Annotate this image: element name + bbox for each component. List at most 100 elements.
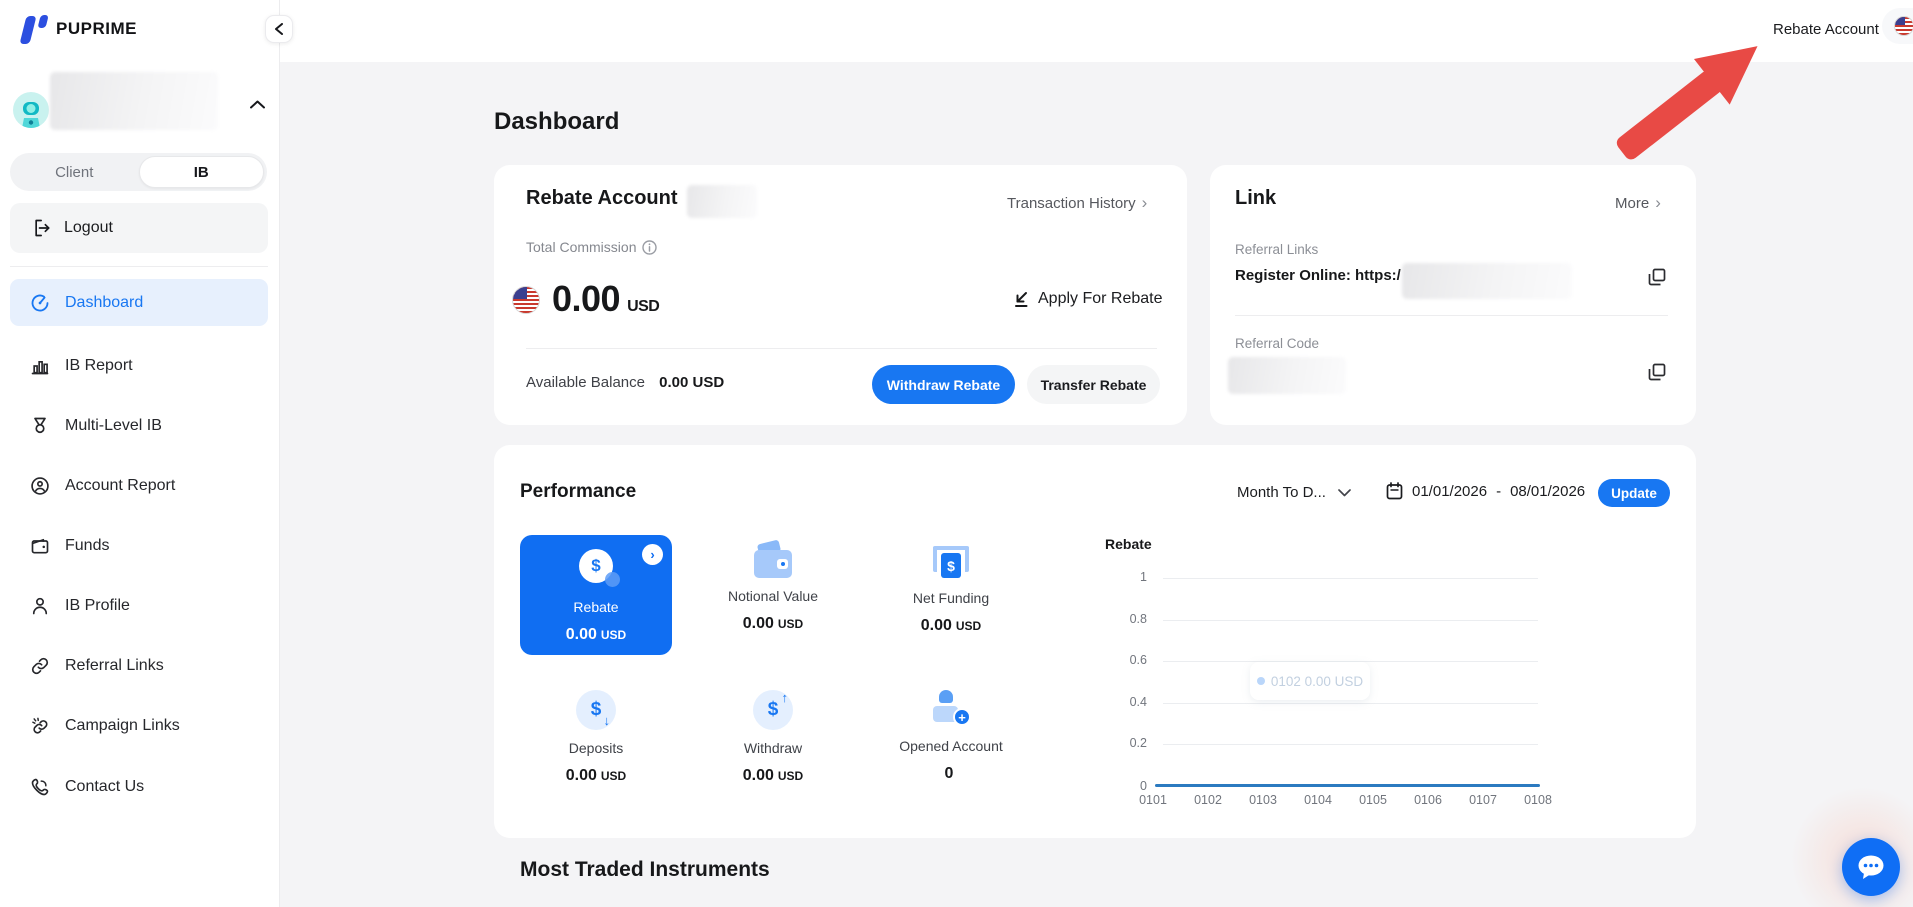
- client-ib-toggle: Client IB: [10, 153, 267, 191]
- rebate-card-title: Rebate Account: [526, 187, 678, 209]
- user-circle-icon: [31, 476, 49, 495]
- chevron-right-icon: ›: [1655, 193, 1661, 212]
- x-axis-tick: 0104: [1304, 793, 1332, 807]
- tile-withdraw[interactable]: $ ↑ Withdraw 0.00 USD: [688, 690, 858, 785]
- tile-opened-account[interactable]: + Opened Account 0: [866, 690, 1036, 783]
- account-balance-dropdown[interactable]: (0 USD): [1882, 8, 1913, 44]
- chevron-right-icon: ›: [1141, 193, 1148, 212]
- wallet-icon: [31, 538, 49, 553]
- tile-label: Rebate: [573, 599, 619, 615]
- brand-logo: PUPRIME: [14, 10, 137, 48]
- referral-code-label: Referral Code: [1235, 336, 1320, 351]
- tile-notional-value[interactable]: Notional Value 0.00 USD: [688, 539, 858, 633]
- tile-net-funding[interactable]: $ Net Funding 0.00 USD: [866, 546, 1036, 635]
- chevron-up-icon[interactable]: [250, 100, 265, 109]
- period-dropdown[interactable]: Month To D...: [1237, 484, 1351, 501]
- most-traded-title: Most Traded Instruments: [520, 858, 770, 881]
- phone-icon: [31, 778, 49, 795]
- avatar[interactable]: [13, 92, 49, 128]
- total-commission-row: Total Commission: [526, 239, 658, 255]
- date-separator: -: [1496, 482, 1502, 500]
- more-label: More: [1615, 194, 1650, 212]
- chat-button[interactable]: [1842, 838, 1900, 896]
- sidebar-item-ib-report[interactable]: IB Report: [10, 342, 268, 389]
- transaction-history-label: Transaction History: [1007, 194, 1136, 212]
- tooltip-series-dot: [1256, 677, 1265, 685]
- rebate-card-divider: [526, 348, 1157, 349]
- tile-value: 0.00 USD: [920, 617, 982, 634]
- page-title: Dashboard: [494, 108, 620, 135]
- sidebar-collapse-button[interactable]: [265, 15, 293, 43]
- transaction-history-link[interactable]: Transaction History ›: [1007, 193, 1147, 213]
- sidebar-item-referral-links[interactable]: Referral Links: [10, 642, 268, 689]
- withdraw-rebate-button[interactable]: Withdraw Rebate: [872, 365, 1015, 404]
- sidebar-item-multi-level-ib[interactable]: Multi-Level IB: [10, 402, 268, 449]
- transfer-rebate-button[interactable]: Transfer Rebate: [1027, 365, 1160, 404]
- redacted-account-badge: [687, 185, 757, 218]
- y-axis-tick: 0: [1140, 779, 1147, 793]
- tile-label: Notional Value: [727, 588, 819, 604]
- redacted-referral-url: [1402, 263, 1572, 299]
- period-value: Month To D...: [1237, 484, 1326, 501]
- link-card-divider: [1235, 315, 1668, 316]
- logout-icon: [35, 219, 50, 237]
- sidebar-item-account-report[interactable]: Account Report: [10, 462, 268, 509]
- referral-links-label: Referral Links: [1235, 242, 1319, 257]
- y-axis-tick: 0.6: [1129, 653, 1147, 667]
- app-root: Rebate Account (0 USD): [0, 0, 1913, 907]
- update-button[interactable]: Update: [1598, 479, 1670, 507]
- link-card-title: Link: [1235, 187, 1277, 209]
- y-axis-tick: 0.4: [1129, 695, 1147, 709]
- user-plus-icon: +: [931, 690, 971, 728]
- toggle-ib[interactable]: IB: [138, 156, 264, 188]
- tile-label: Opened Account: [899, 738, 1003, 754]
- copy-icon[interactable]: [1648, 268, 1666, 286]
- link-card: Link More › Referral Links Register Onli…: [1210, 165, 1696, 425]
- toggle-client[interactable]: Client: [10, 153, 139, 191]
- sidebar-item-label: Funds: [65, 536, 110, 554]
- x-axis-tick: 0102: [1194, 793, 1222, 807]
- x-axis-tick: 0105: [1359, 793, 1387, 807]
- x-axis-tick: 0108: [1524, 793, 1552, 807]
- tile-value: 0: [944, 765, 954, 782]
- tooltip-text: 0102 0.00 USD: [1270, 673, 1364, 689]
- chart-gridline: [1163, 703, 1538, 704]
- more-link[interactable]: More ›: [1615, 193, 1661, 213]
- date-range-picker[interactable]: 01/01/2026 - 08/01/2026: [1386, 482, 1585, 500]
- performance-title: Performance: [520, 481, 637, 502]
- sidebar-item-dashboard[interactable]: Dashboard: [10, 279, 268, 326]
- sidebar-item-campaign-links[interactable]: Campaign Links: [10, 702, 268, 749]
- tile-rebate[interactable]: $ › Rebate 0.00 USD: [520, 535, 672, 655]
- wallet-blue-icon: [754, 539, 792, 578]
- info-icon[interactable]: [642, 239, 658, 255]
- us-flag-icon: [1894, 16, 1913, 36]
- sidebar-item-label: Referral Links: [65, 656, 164, 674]
- amount-value: 0.00: [552, 278, 621, 319]
- total-commission-label: Total Commission: [526, 239, 637, 255]
- apply-for-rebate-label: Apply For Rebate: [1038, 290, 1163, 307]
- tile-value: 0.00 USD: [742, 767, 804, 784]
- chart-gridline: [1163, 744, 1538, 745]
- sidebar-item-label: Multi-Level IB: [65, 416, 162, 434]
- sidebar-item-funds[interactable]: Funds: [10, 522, 268, 569]
- chart-gridline: [1163, 578, 1538, 579]
- rebate-account-label: Rebate Account: [1773, 21, 1879, 38]
- chart-title: Rebate: [1105, 536, 1152, 552]
- copy-icon[interactable]: [1648, 363, 1666, 381]
- sidebar-item-ib-profile[interactable]: IB Profile: [10, 582, 268, 629]
- calendar-icon: [1386, 482, 1403, 500]
- tile-deposits[interactable]: $ ↓ Deposits 0.00 USD: [511, 690, 681, 785]
- logout-button[interactable]: Logout: [10, 203, 268, 253]
- chart-gridline: [1163, 620, 1538, 621]
- dollar-frame-icon: $: [933, 546, 969, 580]
- sidebar-item-contact-us[interactable]: Contact Us: [10, 763, 268, 810]
- available-balance-row: Available Balance 0.00 USD: [526, 374, 724, 391]
- chart-tooltip: 0102 0.00 USD: [1250, 662, 1370, 700]
- sidebar-item-label: IB Profile: [65, 596, 130, 614]
- apply-for-rebate-link[interactable]: Apply For Rebate: [1013, 290, 1163, 308]
- campaign-link-icon: [32, 717, 48, 734]
- tile-value: 0.00 USD: [565, 626, 627, 643]
- logout-label: Logout: [64, 219, 113, 236]
- sidebar: PUPRIME Client IB Logout Dashboard IB Re…: [0, 0, 293, 907]
- tile-label: Net Funding: [912, 590, 990, 606]
